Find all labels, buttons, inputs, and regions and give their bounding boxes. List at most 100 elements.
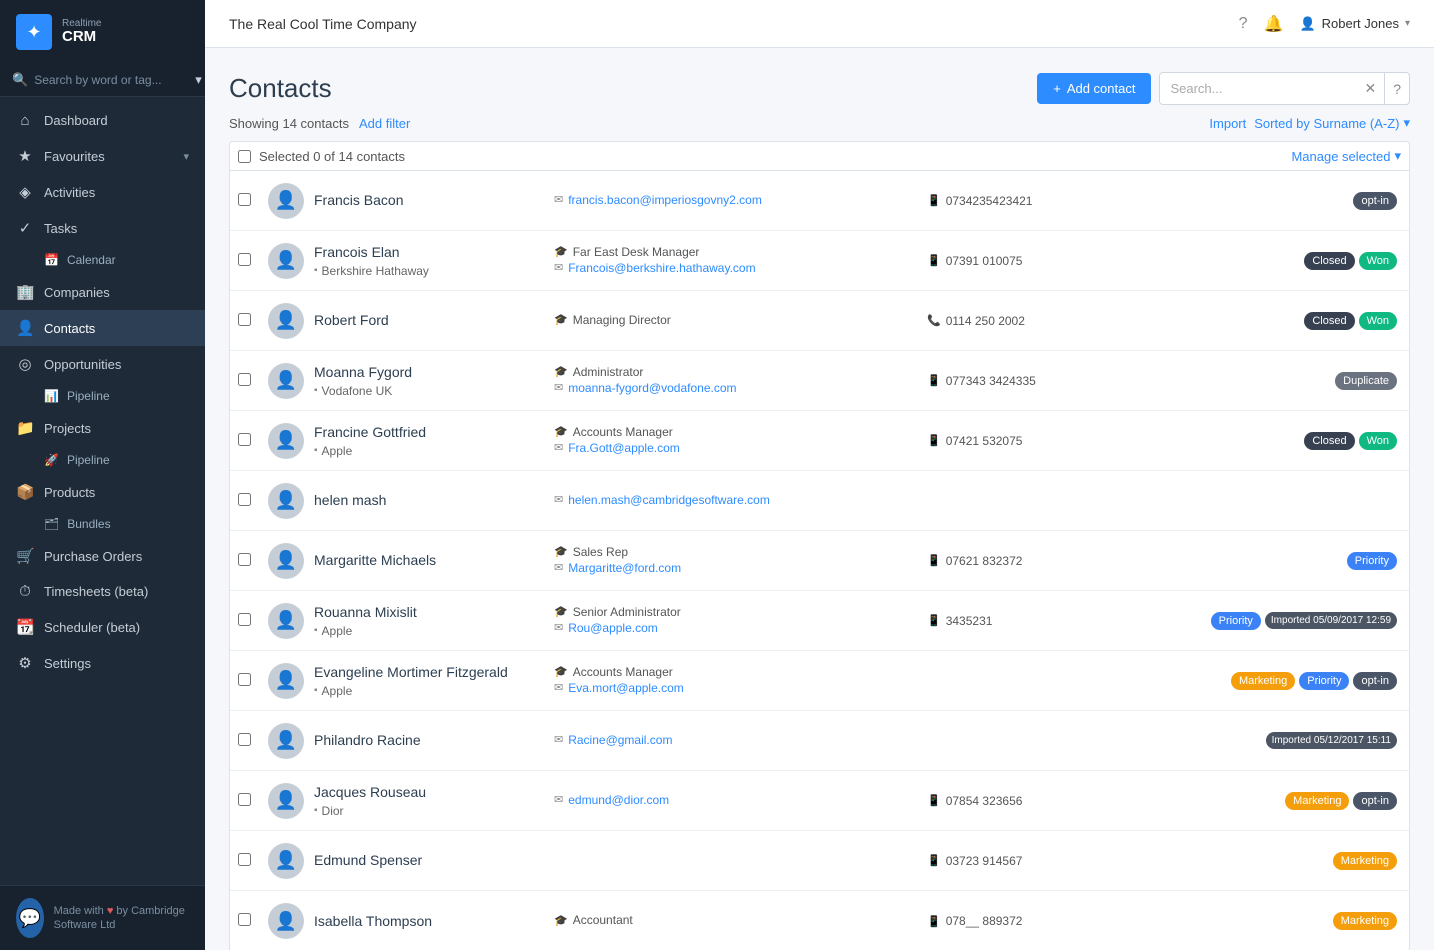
table-row[interactable]: 👤 Francine Gottfried ▪Apple 🎓 Accounts M… [230, 411, 1409, 471]
avatar: 👤 [268, 543, 304, 579]
row-checkbox[interactable] [238, 553, 251, 566]
sort-button[interactable]: Sorted by Surname (A-Z) ▾ [1254, 115, 1410, 131]
sidebar-item-activities[interactable]: ◈ Activities [0, 174, 205, 210]
row-checkbox[interactable] [238, 493, 251, 506]
row-checkbox[interactable] [238, 373, 251, 386]
add-contact-button[interactable]: + Add contact [1037, 73, 1151, 104]
row-checkbox[interactable] [238, 613, 251, 626]
contact-name[interactable]: Francois Elan [314, 243, 544, 261]
table-row[interactable]: 👤 Moanna Fygord ▪Vodafone UK 🎓 Administr… [230, 351, 1409, 411]
sidebar-item-scheduler[interactable]: 📆 Scheduler (beta) [0, 609, 205, 645]
chevron-down-icon[interactable]: ▾ [195, 72, 202, 88]
sidebar-item-dashboard[interactable]: ⌂ Dashboard [0, 103, 205, 138]
sidebar-item-opportunities[interactable]: ◎ Opportunities [0, 346, 205, 382]
import-link[interactable]: Import [1209, 116, 1246, 131]
company-icon: ▪ [314, 385, 318, 396]
contact-email: ✉ Francois@berkshire.hathaway.com [554, 261, 917, 275]
contact-name[interactable]: Margaritte Michaels [314, 551, 544, 569]
contact-email: ✉ Racine@gmail.com [554, 733, 917, 747]
contact-phone: 📱 07421 532075 [927, 434, 1107, 448]
row-checkbox[interactable] [238, 673, 251, 686]
row-checkbox[interactable] [238, 313, 251, 326]
table-row[interactable]: 👤 Rouanna Mixislit ▪Apple 🎓 Senior Admin… [230, 591, 1409, 651]
chat-button[interactable]: 💬 [16, 898, 44, 938]
avatar: 👤 [268, 243, 304, 279]
select-all-checkbox[interactable] [238, 150, 251, 163]
search-help-icon[interactable]: ? [1385, 74, 1409, 104]
contact-name[interactable]: Moanna Fygord [314, 363, 544, 381]
topbar-right: ? 🔔 👤 Robert Jones ▾ [1239, 14, 1410, 34]
user-menu[interactable]: 👤 Robert Jones ▾ [1299, 16, 1410, 32]
contact-name-info: Evangeline Mortimer Fitzgerald ▪Apple [314, 663, 544, 697]
sidebar-search-input[interactable] [34, 73, 189, 87]
contact-name[interactable]: Rouanna Mixislit [314, 603, 544, 621]
search-box[interactable]: ✕ ? [1159, 72, 1410, 105]
contact-tags: MarketingPriorityopt-in [1117, 672, 1397, 690]
contact-name[interactable]: Francine Gottfried [314, 423, 544, 441]
sidebar-item-products[interactable]: 📦 Products [0, 474, 205, 510]
notifications-icon[interactable]: 🔔 [1264, 14, 1284, 34]
row-checkbox[interactable] [238, 433, 251, 446]
contact-details: 🎓 Accounts Manager ✉ Eva.mort@apple.com [554, 665, 917, 697]
table-row[interactable]: 👤 Evangeline Mortimer Fitzgerald ▪Apple … [230, 651, 1409, 711]
contact-name-info: helen mash [314, 491, 544, 509]
sidebar-item-companies[interactable]: 🏢 Companies [0, 274, 205, 310]
avatar: 👤 [268, 183, 304, 219]
chevron-down-icon: ▾ [1405, 18, 1410, 29]
projects-icon: 📁 [16, 419, 34, 437]
sidebar-item-purchase-orders[interactable]: 🛒 Purchase Orders [0, 538, 205, 574]
table-row[interactable]: 👤 Robert Ford 🎓 Managing Director 📞 0114… [230, 291, 1409, 351]
table-row[interactable]: 👤 Edmund Spenser 📱 03723 914567 Marketin… [230, 831, 1409, 891]
row-checkbox[interactable] [238, 193, 251, 206]
clear-search-button[interactable]: ✕ [1356, 73, 1385, 104]
contact-name[interactable]: Jacques Rouseau [314, 783, 544, 801]
table-row[interactable]: 👤 Jacques Rouseau ▪Dior ✉ edmund@dior.co… [230, 771, 1409, 831]
tag-badge: Won [1359, 312, 1397, 330]
row-checkbox[interactable] [238, 253, 251, 266]
sidebar-item-settings[interactable]: ⚙ Settings [0, 645, 205, 681]
sidebar-subitem-bundles[interactable]: 🗂 Bundles [0, 510, 205, 538]
row-checkbox-container [238, 853, 258, 869]
contact-name[interactable]: Francis Bacon [314, 191, 544, 209]
table-row[interactable]: 👤 Isabella Thompson 🎓 Accountant 📱 078__… [230, 891, 1409, 950]
sidebar-item-projects[interactable]: 📁 Projects [0, 410, 205, 446]
row-checkbox[interactable] [238, 733, 251, 746]
sidebar-subitem-calendar[interactable]: 📅 Calendar [0, 246, 205, 274]
manage-selected-button[interactable]: Manage selected ▾ [1291, 148, 1401, 164]
search-input[interactable] [1160, 74, 1356, 103]
email-icon: ✉ [554, 261, 563, 274]
sidebar-subitem-pipeline[interactable]: 📊 Pipeline [0, 382, 205, 410]
sidebar-item-contacts[interactable]: 👤 Contacts [0, 310, 205, 346]
contact-name[interactable]: Edmund Spenser [314, 851, 544, 869]
email-icon: ✉ [554, 733, 563, 746]
chevron-down-icon: ▾ [1394, 148, 1401, 164]
row-checkbox[interactable] [238, 793, 251, 806]
contact-company: ▪Apple [314, 624, 544, 638]
contact-name[interactable]: Evangeline Mortimer Fitzgerald [314, 663, 544, 681]
table-row[interactable]: 👤 Francois Elan ▪Berkshire Hathaway 🎓 Fa… [230, 231, 1409, 291]
table-row[interactable]: 👤 helen mash ✉ helen.mash@cambridgesoftw… [230, 471, 1409, 531]
sidebar-item-favourites[interactable]: ★ Favourites ▾ [0, 138, 205, 174]
app-logo-text: Realtime CRM [62, 18, 101, 46]
sidebar-item-label: Timesheets (beta) [44, 584, 189, 599]
row-checkbox[interactable] [238, 913, 251, 926]
contact-name[interactable]: helen mash [314, 491, 544, 509]
contact-name[interactable]: Robert Ford [314, 311, 544, 329]
sidebar-search-bar[interactable]: 🔍 ▾ [0, 64, 205, 97]
contact-name[interactable]: Philandro Racine [314, 731, 544, 749]
sidebar-subitem-proj-pipeline[interactable]: 🚀 Pipeline [0, 446, 205, 474]
tag-badge: Marketing [1231, 672, 1295, 690]
contact-details: 🎓 Managing Director [554, 313, 917, 329]
table-row[interactable]: 👤 Margaritte Michaels 🎓 Sales Rep ✉ Marg… [230, 531, 1409, 591]
contact-role: 🎓 Senior Administrator [554, 605, 917, 619]
help-icon[interactable]: ? [1239, 15, 1248, 33]
table-row[interactable]: 👤 Francis Bacon ✉ francis.bacon@imperios… [230, 171, 1409, 231]
contact-tags: opt-in [1117, 192, 1397, 210]
row-checkbox[interactable] [238, 853, 251, 866]
sidebar-item-tasks[interactable]: ✓ Tasks [0, 210, 205, 246]
add-filter-link[interactable]: Add filter [359, 116, 410, 131]
table-row[interactable]: 👤 Philandro Racine ✉ Racine@gmail.com Im… [230, 711, 1409, 771]
contact-name[interactable]: Isabella Thompson [314, 912, 544, 930]
sidebar-item-timesheets[interactable]: ⏱ Timesheets (beta) [0, 574, 205, 609]
contact-role: 🎓 Accounts Manager [554, 425, 917, 439]
